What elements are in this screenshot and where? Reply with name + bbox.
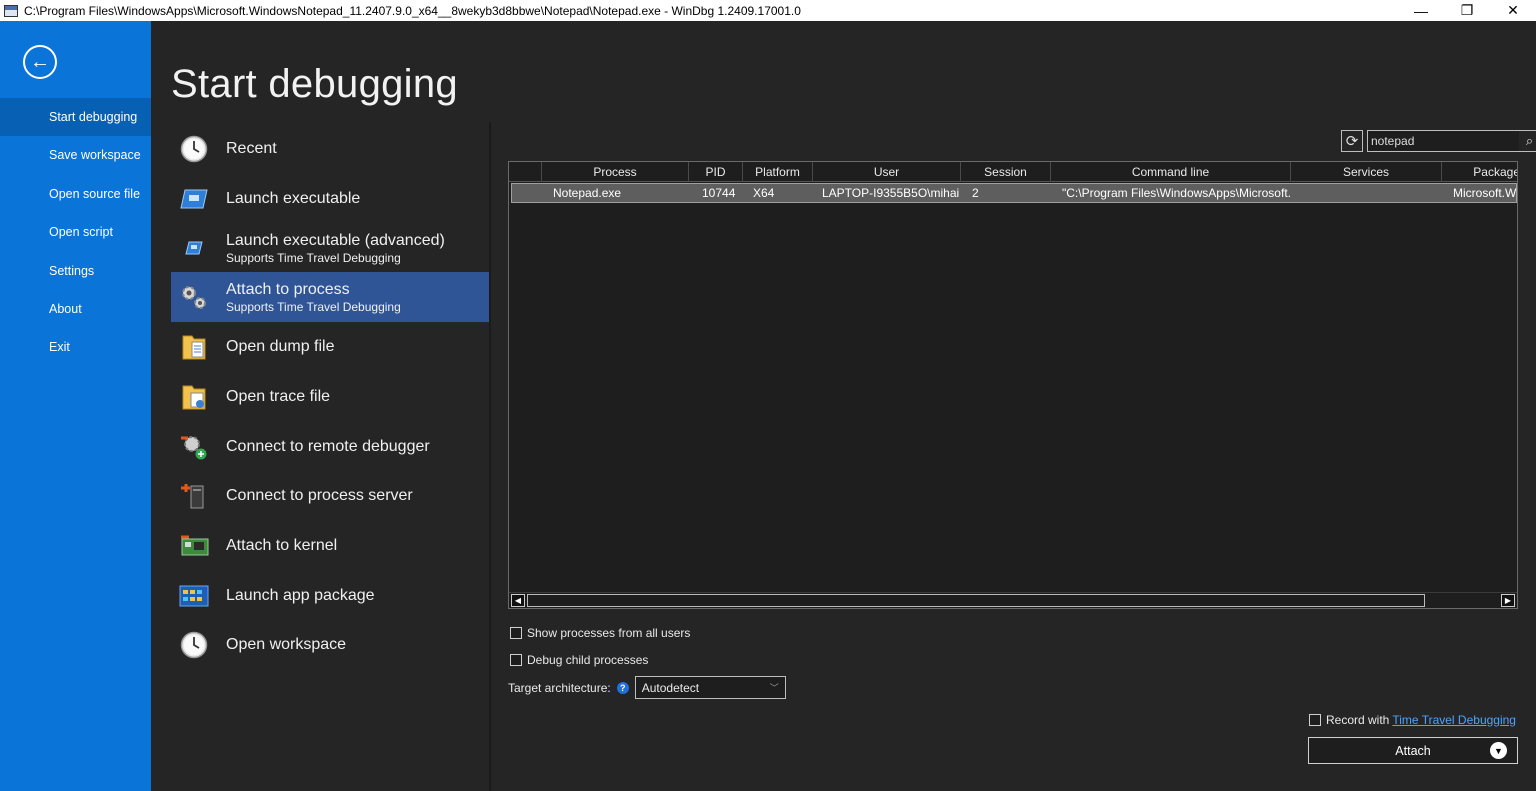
chevron-down-icon: ﹀ (769, 683, 779, 693)
menu-label-connect-remote-debugger: Connect to remote debugger (226, 438, 430, 455)
executable-icon (179, 184, 209, 214)
record-ttd-option[interactable]: Record with Time Travel Debugging (1309, 713, 1516, 727)
table-header: Process PID Platform User Session Comman… (509, 162, 1517, 182)
page-title: Start debugging (171, 62, 458, 106)
menu-item-open-trace-file[interactable]: Open trace file (171, 372, 489, 422)
cell-services (1302, 184, 1442, 202)
menu-label-open-dump-file: Open dump file (226, 338, 335, 355)
sidebar-item-exit[interactable]: Exit (0, 328, 151, 366)
scroll-right-icon[interactable]: ▶ (1501, 594, 1515, 607)
sidebar-item-start-debugging[interactable]: Start debugging (0, 98, 151, 136)
column-header-process[interactable]: Process (542, 162, 689, 182)
cell-command-line: "C:\Program Files\WindowsApps\Microsoft. (1062, 186, 1291, 200)
menu-item-launch-executable[interactable]: Launch executable (171, 174, 489, 224)
show-all-users-option[interactable]: Show processes from all users (510, 626, 690, 640)
process-search: ⟳ ⌕ (1341, 129, 1536, 153)
cell-platform: X64 (753, 186, 775, 200)
table-row[interactable]: Notepad.exe 10744 X64 LAPTOP-I9355B5O\mi… (511, 183, 1517, 203)
sidebar-item-save-workspace[interactable]: Save workspace (0, 136, 151, 174)
target-architecture-label: Target architecture: (508, 680, 611, 695)
debug-child-label: Debug child processes (527, 653, 649, 667)
menu-item-recent[interactable]: Recent (171, 124, 489, 174)
minimize-button[interactable]: — (1398, 0, 1444, 21)
menu-item-connect-remote-debugger[interactable]: Connect to remote debugger (171, 422, 489, 472)
sidebar-item-open-script[interactable]: Open script (0, 213, 151, 251)
refresh-icon[interactable]: ⟳ (1341, 130, 1363, 152)
windbg-app-icon (4, 4, 18, 17)
cell-process: Notepad.exe (553, 186, 622, 200)
column-header-command-line[interactable]: Command line (1051, 162, 1291, 182)
menu-item-attach-to-process[interactable]: Attach to process Supports Time Travel D… (171, 272, 489, 322)
menu-item-launch-app-package[interactable]: Launch app package (171, 571, 489, 621)
attach-button[interactable]: Attach ▼ (1308, 737, 1518, 764)
record-ttd-checkbox[interactable] (1309, 714, 1321, 726)
column-header-blank (509, 162, 542, 182)
menu-item-open-dump-file[interactable]: Open dump file (171, 322, 489, 372)
menu-label-attach-to-process: Attach to process (226, 280, 350, 298)
remote-debugger-icon (179, 432, 209, 462)
chevron-down-icon[interactable]: ▼ (1490, 742, 1507, 759)
cell-session: 2 (972, 186, 979, 200)
restore-button[interactable]: ❐ (1444, 0, 1490, 21)
sidebar-item-settings[interactable]: Settings (0, 252, 151, 290)
menu-item-launch-executable-advanced[interactable]: Launch executable (advanced) Supports Ti… (171, 223, 489, 273)
debug-child-checkbox[interactable] (510, 654, 522, 666)
show-all-users-checkbox[interactable] (510, 627, 522, 639)
close-button[interactable]: ✕ (1490, 0, 1536, 21)
process-server-icon (179, 481, 209, 511)
column-header-platform[interactable]: Platform (743, 162, 813, 182)
title-bar: C:\Program Files\WindowsApps\Microsoft.W… (0, 0, 1536, 21)
sidebar-item-open-source-file[interactable]: Open source file (0, 175, 151, 213)
menu-label-recent: Recent (226, 140, 277, 157)
scroll-thumb[interactable] (527, 594, 1425, 607)
menu-item-open-workspace[interactable]: Open workspace (171, 620, 489, 670)
menu-label-attach-to-kernel: Attach to kernel (226, 537, 338, 554)
cell-user: LAPTOP-I9355B5O\mihai (822, 186, 960, 200)
column-divider (489, 122, 491, 791)
back-arrow-icon[interactable]: ← (23, 45, 57, 79)
dump-file-icon (179, 332, 209, 362)
help-icon[interactable]: ? (616, 681, 629, 694)
column-header-user[interactable]: User (813, 162, 961, 182)
executable-advanced-icon (179, 233, 209, 263)
search-input[interactable] (1367, 130, 1519, 152)
target-architecture-value: Autodetect (641, 680, 700, 695)
menu-item-connect-process-server[interactable]: Connect to process server (171, 471, 489, 521)
menu-label-open-workspace: Open workspace (226, 636, 347, 653)
menu-label-launch-executable: Launch executable (226, 190, 361, 207)
window-title: C:\Program Files\WindowsApps\Microsoft.W… (24, 3, 801, 18)
cell-pid: 10744 (702, 186, 736, 200)
clock-icon (179, 630, 209, 660)
target-architecture-row: Target architecture: ? Autodetect ﹀ (508, 676, 786, 699)
sidebar: ← Start debugging Save workspace Open so… (0, 21, 151, 791)
menu-label-open-trace-file: Open trace file (226, 388, 331, 405)
column-header-package[interactable]: Package (1442, 162, 1517, 182)
menu-label-connect-process-server: Connect to process server (226, 487, 413, 504)
attach-button-label: Attach (1395, 743, 1431, 758)
scroll-left-icon[interactable]: ◀ (511, 594, 525, 607)
menu-label-launch-app-package: Launch app package (226, 587, 375, 604)
menu-sub-attach-to-process: Supports Time Travel Debugging (226, 299, 401, 314)
column-header-session[interactable]: Session (961, 162, 1051, 182)
menu-label-launch-executable-advanced: Launch executable (advanced) (226, 231, 445, 249)
menu-item-attach-to-kernel[interactable]: Attach to kernel (171, 521, 489, 571)
target-architecture-select[interactable]: Autodetect ﹀ (634, 676, 786, 699)
clock-icon (179, 134, 209, 164)
column-header-services[interactable]: Services (1291, 162, 1442, 182)
horizontal-scrollbar[interactable]: ◀ ▶ (509, 592, 1517, 608)
search-icon[interactable]: ⌕ (1519, 130, 1536, 152)
record-ttd-label: Record with (1326, 713, 1390, 727)
sidebar-item-about[interactable]: About (0, 290, 151, 328)
app-package-icon (179, 581, 209, 611)
show-all-users-label: Show processes from all users (527, 626, 691, 640)
cell-package: Microsoft.Wi (1453, 186, 1518, 200)
process-table: Process PID Platform User Session Comman… (508, 161, 1518, 609)
debug-child-option[interactable]: Debug child processes (510, 653, 648, 667)
trace-file-icon (179, 382, 209, 412)
menu-sub-launch-executable-advanced: Supports Time Travel Debugging (226, 250, 401, 265)
kernel-icon (179, 531, 209, 561)
column-header-pid[interactable]: PID (689, 162, 743, 182)
gears-icon (179, 282, 209, 312)
ttd-link[interactable]: Time Travel Debugging (1392, 713, 1516, 727)
